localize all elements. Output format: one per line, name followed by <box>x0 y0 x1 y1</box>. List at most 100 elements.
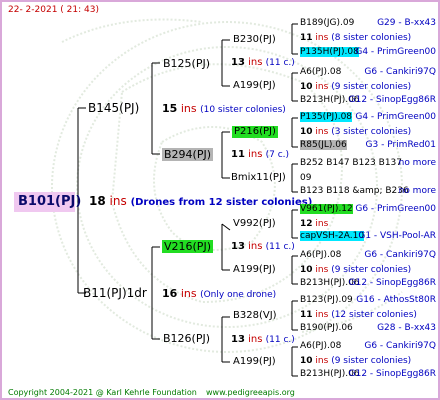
gen4-note: (3 sister colonies) <box>331 127 412 137</box>
gen4-ins-word: ins <box>315 310 329 320</box>
root-note: (Drones from 12 sister colonies) <box>130 197 313 208</box>
gen2-node-3[interactable]: B126(PJ) <box>163 333 210 344</box>
gen4-line-tag: G6 - Cankiri97Q <box>364 341 436 351</box>
gen2-ins-word-2: ins <box>248 241 263 252</box>
gen4-note: (8 sister colonies) <box>331 33 412 43</box>
gen4-line-tag: G1 - VSH-Pool-AR <box>358 231 436 241</box>
root-ins-line: 18 ins (Drones from 12 sister colonies) <box>89 195 312 208</box>
gen1-ins-word-1: ins <box>180 287 197 300</box>
gen4-ins-word: ins <box>315 33 329 43</box>
gen4-row[interactable]: V961(PJ).12 <box>300 204 353 214</box>
gen4-line-tag: G28 - B-xx43 <box>377 323 436 333</box>
gen2-note-3: (11 c.) <box>265 335 295 345</box>
timestamp-header: 22- 2-2021 ( 21: 43) <box>8 5 99 15</box>
gen4-row[interactable]: 11 ins (12 sister colonies) <box>300 311 417 320</box>
gen4-ins-word: ins <box>315 127 329 137</box>
gen1-node-1[interactable]: B11(PJ)1dr <box>83 287 147 299</box>
gen4-line-tag: G12 - SinopEgg86R <box>348 95 436 105</box>
gen2-node-0[interactable]: B125(PJ) <box>163 58 210 69</box>
gen2-ins-word-1: ins <box>248 149 263 160</box>
gen4-line-tag: G4 - PrimGreen00 <box>355 47 436 57</box>
gen4-label: V961(PJ).12 <box>300 204 353 214</box>
gen1-count-1: 16 <box>162 287 178 300</box>
copyright-footer: Copyright 2004-2021 @ Karl Kehrle Founda… <box>8 388 197 397</box>
gen4-row[interactable]: 11 ins (8 sister colonies) <box>300 34 411 43</box>
root-ins-count: 18 <box>89 194 106 208</box>
gen4-row[interactable]: B123 B118 &amp; B236 <box>300 187 409 196</box>
gen4-label: 11 <box>300 310 313 320</box>
gen3-node-0[interactable]: B230(PJ) <box>233 35 276 45</box>
gen1-node-0[interactable]: B145(PJ) <box>88 102 139 114</box>
gen4-line-tag: G6 - Cankiri97Q <box>364 250 436 260</box>
gen2-note-1: (7 c.) <box>265 150 290 160</box>
gen4-row[interactable]: 10 ins (9 sister colonies) <box>300 266 411 275</box>
gen4-ins-word: ins <box>315 219 329 229</box>
gen2-count-0: 13 <box>231 57 245 68</box>
gen4-row[interactable]: B252 B147 B123 B137 <box>300 159 402 168</box>
gen4-label: 09 <box>300 173 312 183</box>
gen4-row[interactable]: P135(PJ).08 <box>300 112 353 122</box>
gen1-note-0: (10 sister colonies) <box>200 105 286 115</box>
root-queen[interactable]: B101(PJ) <box>14 192 81 212</box>
gen4-row[interactable]: P135H(PJ).08 <box>300 47 359 57</box>
gen4-label: 11 <box>300 33 313 43</box>
gen4-note: (9 sister colonies) <box>331 82 412 92</box>
gen4-line-tag: G12 - SinopEgg86R <box>348 369 436 379</box>
gen4-row[interactable]: B190(PJ).06 <box>300 324 353 333</box>
gen4-label: A6(PJ).08 <box>300 67 342 77</box>
gen4-row[interactable]: B189(JG).09 <box>300 19 354 28</box>
gen2-ins-2: 13 ins (11 c.) <box>231 242 295 252</box>
gen3-node-4[interactable]: V992(PJ) <box>233 219 276 229</box>
gen1-ins-1: 16 ins (Only one drone) <box>162 288 276 300</box>
gen2-note-2: (11 c.) <box>265 242 295 252</box>
gen4-line-tag: no more <box>398 186 436 196</box>
gen4-label: B252 B147 B123 B137 <box>300 158 402 168</box>
gen4-line-tag: G4 - PrimGreen00 <box>355 112 436 122</box>
gen3-node-1[interactable]: A199(PJ) <box>233 81 276 91</box>
gen2-node-2[interactable]: V216(PJ) <box>162 240 213 253</box>
gen4-row[interactable]: A6(PJ).08 <box>300 342 341 351</box>
site-link[interactable]: www.pedigreeapis.org <box>206 389 295 397</box>
gen2-ins-1: 11 ins (7 c.) <box>231 150 289 160</box>
gen4-line-tag: G6 - Cankiri97Q <box>364 67 436 77</box>
gen1-count-0: 15 <box>162 102 178 115</box>
gen4-row[interactable]: 10 ins (3 sister colonies) <box>300 128 411 137</box>
gen4-label: A6(PJ).08 <box>300 250 342 260</box>
gen4-line-tag: no more <box>398 158 436 168</box>
gen3-node-5[interactable]: A199(PJ) <box>233 265 276 275</box>
gen3-node-7[interactable]: A199(PJ) <box>233 357 276 367</box>
gen3-node-6[interactable]: B328(VJ) <box>233 311 277 321</box>
gen4-ins-word: ins <box>315 82 329 92</box>
gen4-row[interactable]: 10 ins (9 sister colonies) <box>300 83 411 92</box>
gen4-line-tag: G12 - SinopEgg86R <box>348 278 436 288</box>
pedigree-frame: 22- 2-2021 ( 21: 43) Copyright 2004-2021… <box>0 0 440 400</box>
gen4-row[interactable]: 12 ins <box>300 220 328 229</box>
gen4-row[interactable]: R85(JL).06 <box>300 140 347 150</box>
gen4-label: 10 <box>300 265 313 275</box>
gen4-line-tag: G29 - B-xx43 <box>377 18 436 28</box>
gen4-line-tag: G16 - AthosSt80R <box>356 295 436 305</box>
gen4-line-tag: G3 - PrimRed01 <box>365 140 436 150</box>
gen3-node-2[interactable]: P216(PJ) <box>232 126 278 138</box>
gen4-row[interactable]: 09 <box>300 174 311 183</box>
gen4-label: 12 <box>300 219 313 229</box>
gen2-count-1: 11 <box>231 149 245 160</box>
root-label: B101(PJ) <box>18 194 82 209</box>
gen4-row[interactable]: A6(PJ).08 <box>300 68 341 77</box>
gen2-ins-0: 13 ins (11 c.) <box>231 58 295 68</box>
gen3-node-3[interactable]: Bmix11(PJ) <box>231 173 286 183</box>
gen2-note-0: (11 c.) <box>265 58 295 68</box>
gen2-count-2: 13 <box>231 241 245 252</box>
gen4-ins-word: ins <box>315 265 329 275</box>
gen2-node-1[interactable]: B294(PJ) <box>162 148 214 161</box>
gen4-note: (12 sister colonies) <box>331 310 417 320</box>
gen4-row[interactable]: 10 ins (9 sister colonies) <box>300 357 411 366</box>
gen2-ins-word-0: ins <box>248 57 263 68</box>
gen4-line-tag: G6 - PrimGreen00 <box>355 204 436 214</box>
gen4-label: R85(JL).06 <box>300 140 347 150</box>
gen4-row[interactable]: A6(PJ).08 <box>300 251 341 260</box>
gen4-label: P135(PJ).08 <box>300 112 353 122</box>
root-ins-word: ins <box>109 194 127 208</box>
gen4-row[interactable]: capVSH-2A.10 <box>300 231 365 241</box>
gen4-row[interactable]: B123(PJ).09 <box>300 296 353 305</box>
